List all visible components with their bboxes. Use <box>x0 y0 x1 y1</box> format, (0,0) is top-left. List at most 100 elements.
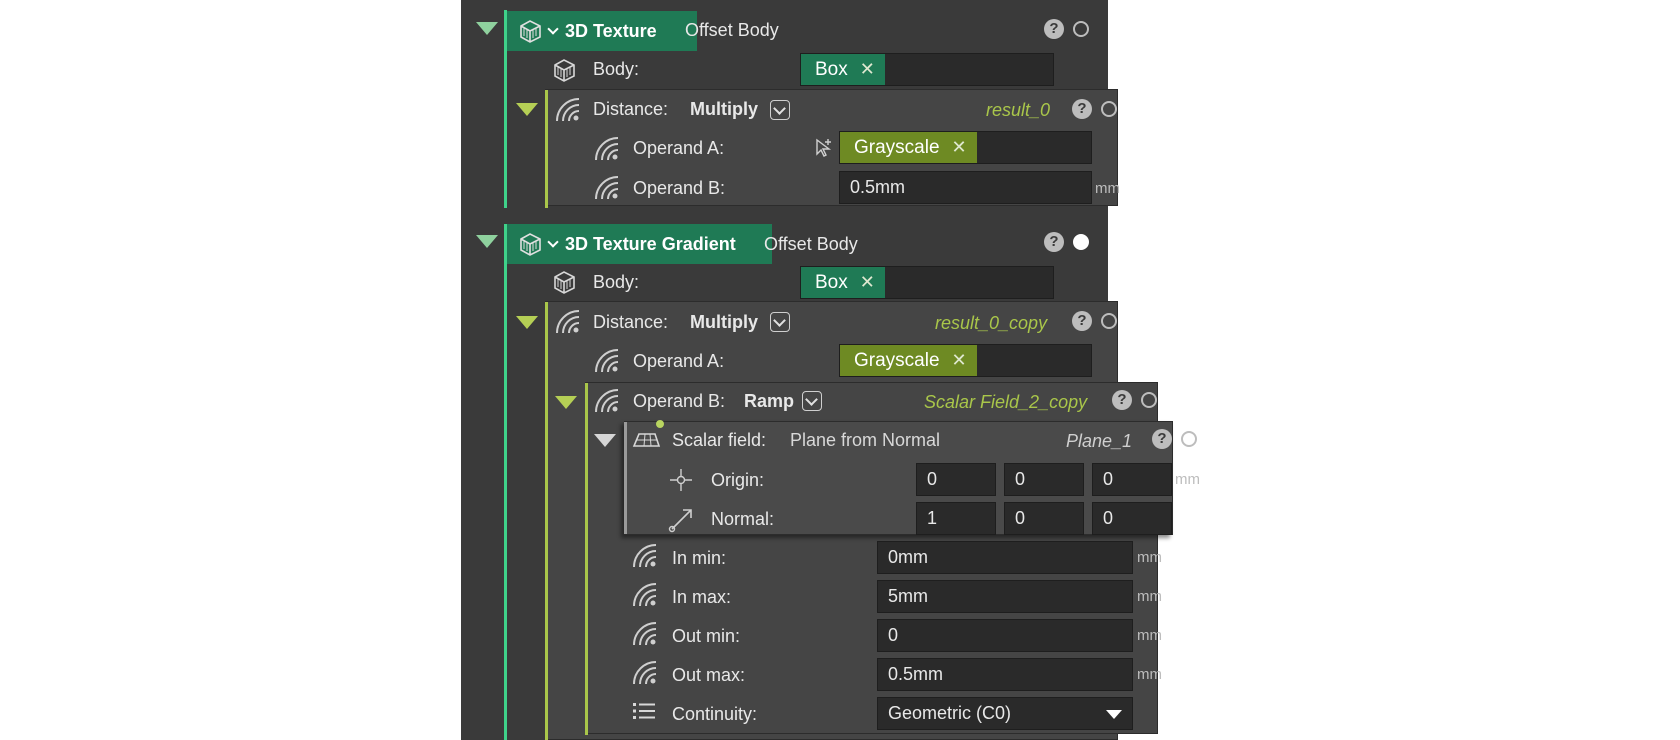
node2-distance-label: Distance: <box>593 312 669 332</box>
ramp-operand-b-label: Operand B: <box>633 391 726 411</box>
ramp-op-dropdown[interactable] <box>802 391 822 411</box>
node2-title: 3D Texture Gradient <box>565 233 736 254</box>
in-min-input[interactable]: 0mm <box>877 541 1133 574</box>
scalar-field-result: Plane_1 <box>1066 431 1133 451</box>
modified-dot-icon <box>656 420 664 428</box>
continuity-select[interactable]: Geometric (C0) <box>877 697 1133 730</box>
status-circle-filled-icon[interactable] <box>1073 234 1089 250</box>
field-waves-icon <box>633 622 657 646</box>
node2-distance-result: result_0_copy <box>935 313 1048 333</box>
field-waves-icon <box>633 544 657 568</box>
node1-distance-result: result_0 <box>986 100 1051 120</box>
list-icon <box>633 703 655 719</box>
help-icon[interactable]: ? <box>1044 232 1064 252</box>
node1-target: Offset Body <box>685 20 779 40</box>
node2-operand-a-tag[interactable]: Grayscale ✕ <box>840 345 977 376</box>
scalar-field-label: Scalar field: <box>672 430 767 450</box>
chevron-down-icon[interactable] <box>547 23 559 35</box>
normal-y-input[interactable]: 0 <box>1004 502 1084 535</box>
node1-body-label: Body: <box>593 59 640 79</box>
in-min-label: In min: <box>672 548 727 568</box>
origin-y-input[interactable]: 0 <box>1004 463 1084 496</box>
node2-operand-a-label: Operand A: <box>633 351 725 371</box>
chevron-down-icon[interactable] <box>547 236 559 248</box>
field-waves-icon <box>556 310 580 334</box>
status-circle-icon[interactable] <box>1073 21 1089 37</box>
node1-body-tag-label: Box <box>815 58 848 80</box>
node2-body-tag[interactable]: Box ✕ <box>801 267 885 298</box>
node1-operand-a-label: Operand A: <box>633 138 725 158</box>
plane-icon <box>632 433 661 447</box>
field-waves-icon <box>633 583 657 607</box>
properties-panel: 3D Texture Offset Body ? Body: Box ✕ Dis… <box>461 0 1200 740</box>
node2-distance-op: Multiply <box>690 312 758 332</box>
node1-distance-op: Multiply <box>690 99 758 119</box>
origin-x-input[interactable]: 0 <box>916 463 996 496</box>
origin-z-input[interactable]: 0 <box>1092 463 1172 496</box>
box-body-icon <box>554 59 575 82</box>
field-waves-icon <box>595 176 619 200</box>
normal-arrow-icon <box>668 509 692 533</box>
remove-tag-icon[interactable]: ✕ <box>860 59 875 80</box>
field-waves-icon <box>595 349 619 373</box>
node2-header[interactable]: 3D Texture Gradient <box>507 224 772 264</box>
box-body-icon <box>554 271 575 294</box>
normal-label: Normal: <box>711 509 775 529</box>
status-circle-icon[interactable] <box>1141 392 1157 408</box>
node1-collapse-toggle[interactable] <box>476 22 498 35</box>
in-max-unit: mm <box>1137 588 1162 605</box>
node1-distance-toggle[interactable] <box>516 103 538 116</box>
help-icon[interactable]: ? <box>1072 311 1092 331</box>
out-min-label: Out min: <box>672 626 741 646</box>
help-icon[interactable]: ? <box>1152 429 1172 449</box>
scalar-field-toggle[interactable] <box>594 434 616 447</box>
node2-tree-line <box>504 224 507 740</box>
origin-unit: mm <box>1175 471 1200 488</box>
node2-collapse-toggle[interactable] <box>476 235 498 248</box>
node1-operand-b-label: Operand B: <box>633 178 726 198</box>
status-circle-icon[interactable] <box>1101 313 1117 329</box>
origin-label: Origin: <box>711 470 765 490</box>
help-icon[interactable]: ? <box>1112 390 1132 410</box>
node1-operand-b-unit: mm <box>1095 180 1120 197</box>
help-icon[interactable]: ? <box>1072 99 1092 119</box>
out-min-unit: mm <box>1137 627 1162 644</box>
node2-body-label: Body: <box>593 272 640 292</box>
ramp-tree-line <box>585 383 588 735</box>
scalar-field-type: Plane from Normal <box>790 430 941 450</box>
in-max-input[interactable]: 5mm <box>877 580 1133 613</box>
node2-body-tag-label: Box <box>815 271 848 293</box>
field-waves-icon <box>595 137 619 161</box>
out-min-input[interactable]: 0 <box>877 619 1133 652</box>
node1-distance-line <box>545 90 548 208</box>
origin-icon <box>670 469 692 491</box>
normal-z-input[interactable]: 0 <box>1092 502 1172 535</box>
box-body-icon <box>520 233 541 256</box>
node1-body-tag[interactable]: Box ✕ <box>801 54 885 85</box>
dropdown-caret-icon[interactable] <box>1106 710 1122 719</box>
node1-operand-b-input[interactable]: 0.5mm <box>839 171 1092 204</box>
node1-operand-a-tag[interactable]: Grayscale ✕ <box>840 132 977 163</box>
ramp-result: Scalar Field_2_copy <box>924 392 1088 412</box>
status-circle-icon[interactable] <box>1181 431 1197 447</box>
box-body-icon <box>520 20 541 43</box>
node2-distance-toggle[interactable] <box>516 316 538 329</box>
out-max-input[interactable]: 0.5mm <box>877 658 1133 691</box>
remove-tag-icon[interactable]: ✕ <box>952 350 967 371</box>
ramp-toggle[interactable] <box>555 396 577 409</box>
out-max-unit: mm <box>1137 666 1162 683</box>
node1-distance-op-dropdown[interactable] <box>770 100 790 120</box>
remove-tag-icon[interactable]: ✕ <box>860 272 875 293</box>
node1-header[interactable]: 3D Texture <box>507 11 697 51</box>
field-waves-icon <box>633 661 657 685</box>
node1-title: 3D Texture <box>565 20 657 41</box>
normal-x-input[interactable]: 1 <box>916 502 996 535</box>
help-icon[interactable]: ? <box>1044 19 1064 39</box>
ramp-op: Ramp <box>744 391 795 411</box>
remove-tag-icon[interactable]: ✕ <box>952 137 967 158</box>
continuity-value: Geometric (C0) <box>888 703 1012 723</box>
pointer-icon[interactable] <box>813 136 835 158</box>
status-circle-icon[interactable] <box>1101 101 1117 117</box>
node2-distance-op-dropdown[interactable] <box>770 312 790 332</box>
out-max-label: Out max: <box>672 665 746 685</box>
